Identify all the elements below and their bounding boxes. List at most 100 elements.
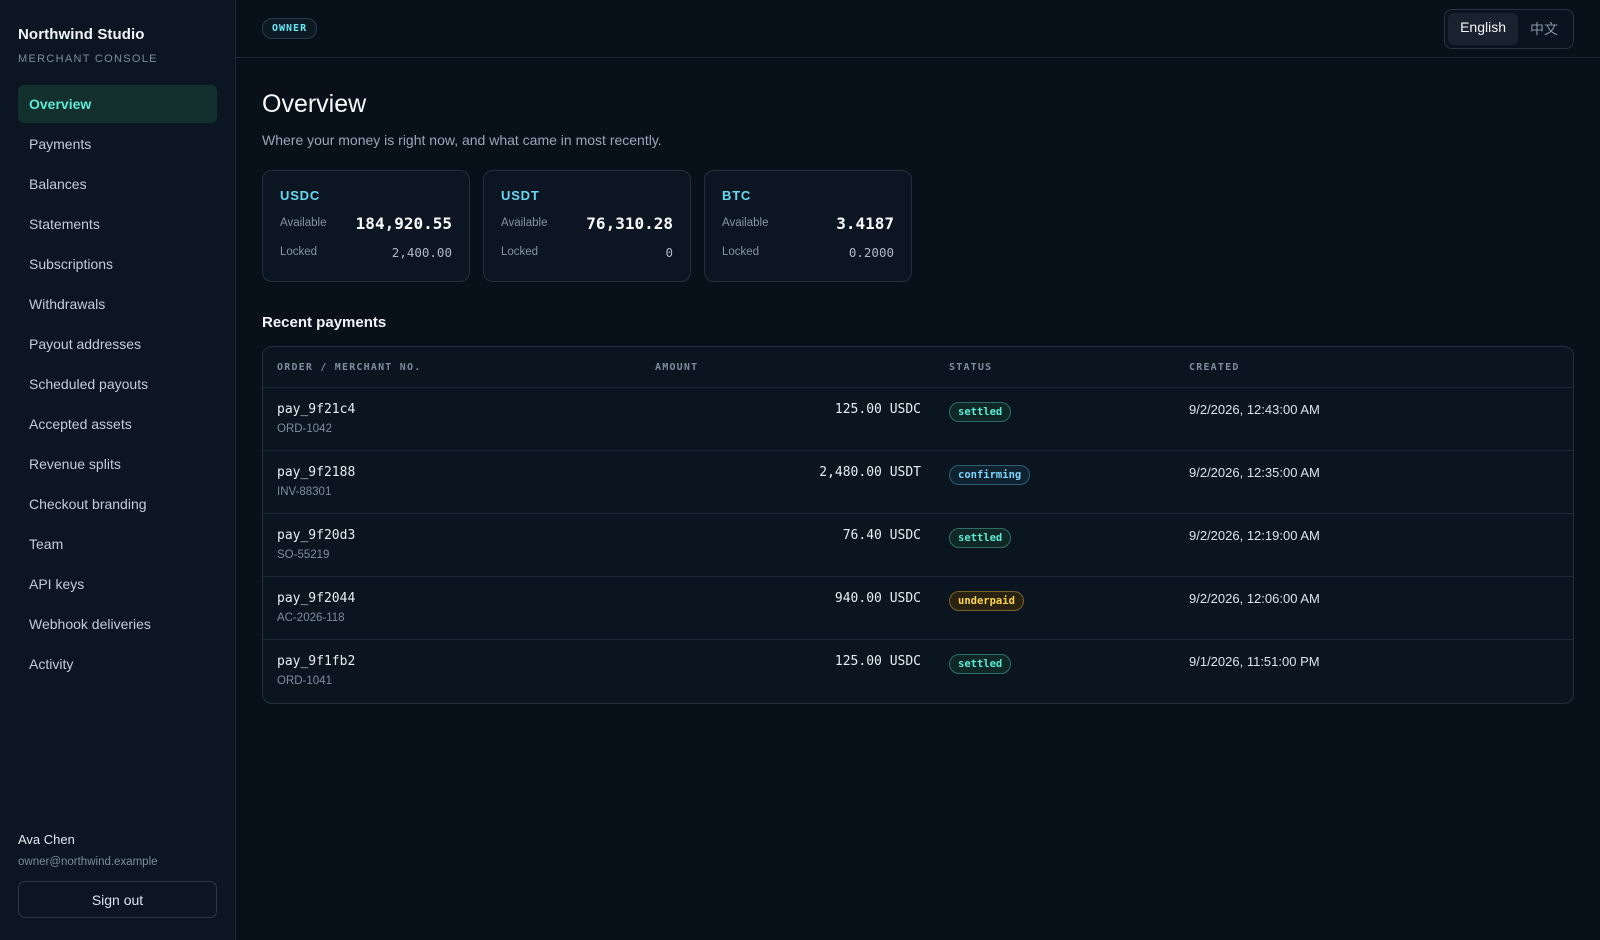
locked-row: Locked 0.2000 [722,242,894,262]
locked-amount: 0 [665,244,673,260]
col-header-status: STATUS [949,361,993,373]
sidebar-item-accepted-assets[interactable]: Accepted assets [18,405,217,443]
amount-cell: 2,480.00 USDT [819,465,921,480]
locked-amount: 2,400.00 [391,244,452,260]
status-badge: settled [949,654,1012,674]
available-row: Available 184,920.55 [280,211,452,235]
available-label: Available [280,217,327,229]
sidebar-item-activity[interactable]: Activity [18,645,217,683]
col-header-order: ORDER / MERCHANT NO. [277,361,422,373]
merchant-order-no: ORD-1042 [277,423,332,435]
status-badge: settled [949,402,1012,422]
created-cell: 9/2/2026, 12:43:00 AM [1189,402,1320,417]
recent-payments-title: Recent payments [262,314,387,331]
status-cell: settled [935,654,1189,674]
balance-card: USDC Available 184,920.55 Locked 2,400.00 [262,170,470,282]
table-row[interactable]: pay_9f2044 AC-2026-118 940.00 USDC underpai… [263,577,1573,640]
payment-id: pay_9f1fb2 [277,654,356,669]
page-subtitle: Where your money is right now, and what … [262,132,662,148]
sidebar: Northwind Studio MERCHANT CONSOLE Overvi… [0,0,236,940]
locked-label: Locked [280,246,318,258]
order-cell: pay_9f2188 INV-88301 [263,465,643,498]
balance-card: USDT Available 76,310.28 Locked 0 [483,170,691,282]
role-badge: OWNER [262,18,318,39]
created-cell: 9/2/2026, 12:19:00 AM [1189,528,1320,543]
sidebar-item-payout-addresses[interactable]: Payout addresses [18,325,217,363]
language-option[interactable]: English [1448,12,1518,45]
amount-cell: 76.40 USDC [842,528,921,543]
sidebar-item-scheduled-payouts[interactable]: Scheduled payouts [18,365,217,403]
available-label: Available [501,217,548,229]
locked-label: Locked [501,246,539,258]
status-badge: confirming [949,465,1031,485]
order-cell: pay_9f1fb2 ORD-1041 [263,654,643,687]
payment-id: pay_9f21c4 [277,402,356,417]
sidebar-item-webhook-deliveries[interactable]: Webhook deliveries [18,605,217,643]
payment-id: pay_9f20d3 [277,528,356,543]
sidebar-item-withdrawals[interactable]: Withdrawals [18,285,217,323]
recent-payments-table: ORDER / MERCHANT NO. AMOUNT STATUS CREAT… [262,346,1574,704]
topbar: OWNER English 中文 [236,0,1600,58]
sidebar-item-revenue-splits[interactable]: Revenue splits [18,445,217,483]
available-amount: 76,310.28 [586,213,673,233]
order-cell: pay_9f21c4 ORD-1042 [263,402,643,435]
sidebar-nav: Overview Payments Balances Statements Subscr… [18,85,217,685]
page-title: Overview [262,90,367,118]
payment-id: pay_9f2044 [277,591,356,606]
table-row[interactable]: pay_9f20d3 SO-55219 76.40 USDC settled 9/2/2… [263,514,1573,577]
sidebar-item-payments[interactable]: Payments [18,125,217,163]
locked-amount: 0.2000 [848,244,894,260]
order-cell: pay_9f20d3 SO-55219 [263,528,643,561]
status-badge: settled [949,528,1012,548]
created-cell: 9/1/2026, 11:51:00 PM [1189,654,1320,669]
status-badge: underpaid [949,591,1024,611]
created-cell: 9/2/2026, 12:35:00 AM [1189,465,1320,480]
merchant-order-no: INV-88301 [277,486,332,498]
main-area: OWNER English 中文 Overview Where your mone… [236,0,1600,940]
user-name: Ava Chen [18,832,75,847]
available-label: Available [722,217,769,229]
sidebar-item-overview[interactable]: Overview [18,85,217,123]
brand-subtitle: MERCHANT CONSOLE [18,53,158,65]
sidebar-item-balances[interactable]: Balances [18,165,217,203]
status-cell: settled [935,402,1189,422]
merchant-order-no: AC-2026-118 [277,612,345,624]
order-cell: pay_9f2044 AC-2026-118 [263,591,643,624]
language-option[interactable]: 中文 [1518,13,1570,45]
available-row: Available 76,310.28 [501,211,673,235]
status-cell: underpaid [935,591,1189,611]
col-header-amount: AMOUNT [655,361,699,373]
table-body: pay_9f21c4 ORD-1042 125.00 USDC settled 9/2/… [263,388,1573,703]
status-cell: settled [935,528,1189,548]
sidebar-item-api-keys[interactable]: API keys [18,565,217,603]
created-cell: 9/2/2026, 12:06:00 AM [1189,591,1320,606]
balance-asset: USDT [501,188,540,203]
balance-cards: USDC Available 184,920.55 Locked 2,400.00 USD… [262,170,1574,282]
status-cell: confirming [935,465,1189,485]
sign-out-button[interactable]: Sign out [18,881,217,918]
locked-label: Locked [722,246,760,258]
sidebar-item-checkout-branding[interactable]: Checkout branding [18,485,217,523]
table-row[interactable]: pay_9f21c4 ORD-1042 125.00 USDC settled 9/2/… [263,388,1573,451]
merchant-order-no: SO-55219 [277,549,330,561]
table-row[interactable]: pay_9f1fb2 ORD-1041 125.00 USDC settled 9/1/… [263,640,1573,703]
available-row: Available 3.4187 [722,211,894,235]
locked-row: Locked 0 [501,242,673,262]
app-shell: Northwind Studio MERCHANT CONSOLE Overvi… [0,0,1600,940]
locked-row: Locked 2,400.00 [280,242,452,262]
sidebar-item-subscriptions[interactable]: Subscriptions [18,245,217,283]
available-amount: 184,920.55 [355,213,452,233]
brand-name: Northwind Studio [18,26,145,43]
sidebar-item-team[interactable]: Team [18,525,217,563]
overview-content: Overview Where your money is right now, … [236,58,1600,704]
table-row[interactable]: pay_9f2188 INV-88301 2,480.00 USDT confirmi… [263,451,1573,514]
available-amount: 3.4187 [836,213,894,233]
amount-cell: 125.00 USDC [834,654,921,669]
sidebar-item-statements[interactable]: Statements [18,205,217,243]
user-email: owner@northwind.example [18,856,158,868]
table-header: ORDER / MERCHANT NO. AMOUNT STATUS CREAT… [263,347,1573,388]
amount-cell: 125.00 USDC [834,402,921,417]
balance-asset: BTC [722,188,752,203]
balance-card: BTC Available 3.4187 Locked 0.2000 [704,170,912,282]
amount-cell: 940.00 USDC [834,591,921,606]
